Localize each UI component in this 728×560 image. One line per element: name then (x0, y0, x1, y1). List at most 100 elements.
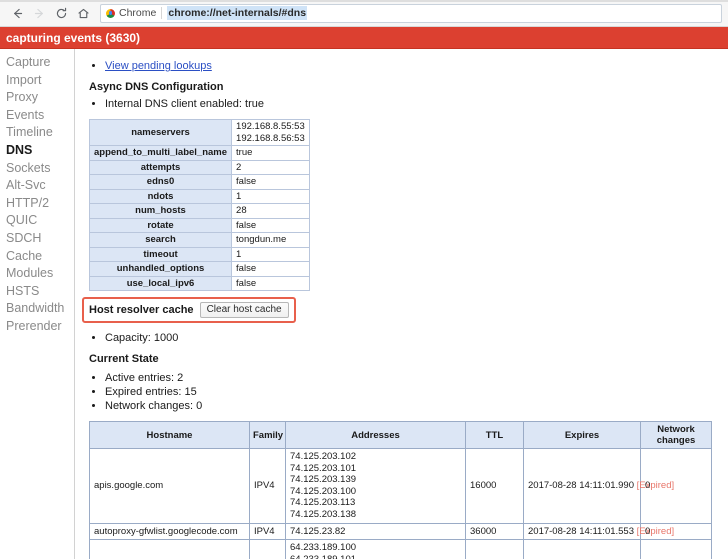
table-row: apis.google.com IPV4 74.125.203.102 74.1… (89, 448, 712, 524)
clear-host-cache-button[interactable]: Clear host cache (199, 302, 289, 318)
sidebar-item-events[interactable]: Events (0, 107, 74, 125)
sidebar-item-alt-svc[interactable]: Alt-Svc (0, 177, 74, 195)
list-item: View pending lookups (105, 59, 728, 73)
current-state-list: Active entries: 2 Expired entries: 15 Ne… (75, 371, 728, 413)
config-value: true (231, 145, 310, 161)
list-item: Active entries: 2 (105, 371, 728, 385)
sidebar-item-sockets[interactable]: Sockets (0, 160, 74, 178)
chrome-logo-icon (106, 8, 115, 18)
column-header-ttl: TTL (465, 421, 524, 449)
list-item: Expired entries: 15 (105, 385, 728, 399)
address-bar[interactable]: Chrome chrome://net-internals/#dns (100, 3, 722, 23)
browser-toolbar: Chrome chrome://net-internals/#dns (0, 0, 728, 27)
config-key: timeout (88, 246, 233, 262)
cell-hostname: clients4.google.com (89, 539, 250, 559)
async-dns-configuration-heading: Async DNS Configuration (89, 81, 224, 93)
cell-family: IPV4 (249, 448, 286, 524)
config-value: false (231, 275, 310, 291)
back-icon[interactable] (6, 2, 28, 24)
sidebar-item-import[interactable]: Import (0, 72, 74, 90)
omnibox-chrome-chip: Chrome (106, 7, 163, 19)
sidebar-item-dns[interactable]: DNS (0, 142, 74, 160)
sidebar-item-timeline[interactable]: Timeline (0, 124, 74, 142)
cell-expires: 2017-08-28 14:11:01.990 [Expired] (523, 448, 674, 524)
host-resolver-cache-highlight: Host resolver cache Clear host cache (82, 297, 296, 323)
config-value: tongdun.me (231, 232, 310, 248)
config-key: edns0 (88, 174, 233, 190)
config-value: 28 (231, 203, 310, 219)
internal-dns-client-list: Internal DNS client enabled: true (75, 97, 728, 111)
sidebar-item-bandwidth[interactable]: Bandwidth (0, 300, 74, 318)
omnibox-scheme-label: Chrome (119, 7, 157, 19)
forward-icon[interactable] (28, 2, 50, 24)
column-header-hostname: Hostname (89, 421, 250, 449)
config-value: 2 (231, 159, 310, 175)
table-row: edns0 false (88, 174, 310, 190)
dns-content-pane: View pending lookups Async DNS Configura… (75, 49, 728, 559)
table-header-row: Hostname Family Addresses TTL Expires Ne… (89, 421, 712, 449)
table-row: rotate false (88, 217, 310, 233)
sidebar: Capture Import Proxy Events Timeline DNS… (0, 49, 75, 559)
async-dns-config-table: nameservers 192.168.8.55:53 192.168.8.56… (88, 119, 310, 291)
column-header-family: Family (249, 421, 286, 449)
reload-icon[interactable] (50, 2, 72, 24)
cell-expires: 2017-08-28 14:11:01.553 [Expired] (523, 522, 674, 541)
config-key: ndots (88, 188, 233, 204)
omnibox-url-text[interactable]: chrome://net-internals/#dns (167, 6, 308, 20)
host-resolver-cache-title: Host resolver cache (89, 304, 194, 316)
config-key: num_hosts (88, 203, 233, 219)
config-value: false (231, 261, 310, 277)
config-key: unhandled_options (88, 261, 233, 277)
sidebar-item-hsts[interactable]: HSTS (0, 283, 74, 301)
current-state-heading: Current State (89, 353, 159, 365)
sidebar-item-prerender[interactable]: Prerender (0, 318, 74, 336)
cell-addresses: 64.233.189.100 64.233.189.101 64.233.189… (285, 539, 466, 559)
table-row: clients4.google.com IPV4 64.233.189.100 … (89, 539, 712, 559)
cell-hostname: autoproxy-gfwlist.googlecode.com (89, 522, 250, 541)
table-row: num_hosts 28 (88, 203, 310, 219)
cell-ttl: 16000 (465, 448, 524, 524)
config-value: 1 (231, 246, 310, 262)
cell-expires: 2017-08-28 14:12:25.219 [Expired] (523, 539, 641, 559)
table-row: search tongdun.me (88, 232, 310, 248)
config-value: 192.168.8.55:53 192.168.8.56:53 (231, 119, 310, 146)
config-key: use_local_ipv6 (88, 275, 233, 291)
sidebar-item-cache[interactable]: Cache (0, 248, 74, 266)
sidebar-item-quic[interactable]: QUIC (0, 212, 74, 230)
list-item: Internal DNS client enabled: true (105, 97, 728, 111)
expires-timestamp: 2017-08-28 14:11:01.553 (528, 525, 634, 537)
table-row: nameservers 192.168.8.55:53 192.168.8.56… (88, 119, 310, 146)
expires-timestamp: 2017-08-28 14:11:01.990 (528, 479, 634, 491)
capture-status-bar: capturing events (3630) (0, 27, 728, 49)
sidebar-item-modules[interactable]: Modules (0, 265, 74, 283)
config-key: attempts (88, 159, 233, 175)
cell-family: IPV4 (249, 539, 286, 559)
cell-family: IPV4 (249, 522, 286, 541)
column-header-addresses: Addresses (285, 421, 466, 449)
cell-ttl: 129000 (465, 539, 524, 559)
table-row: use_local_ipv6 false (88, 275, 310, 291)
table-row: append_to_multi_label_name true (88, 145, 310, 161)
expired-badge: [Expired] (636, 525, 675, 537)
config-value: false (231, 174, 310, 190)
cell-network-changes: 0 (640, 539, 712, 559)
config-value: 1 (231, 188, 310, 204)
config-key: append_to_multi_label_name (88, 145, 233, 161)
sidebar-item-capture[interactable]: Capture (0, 54, 74, 72)
home-icon[interactable] (72, 2, 94, 24)
table-row: ndots 1 (88, 188, 310, 204)
host-resolver-cache-table: Hostname Family Addresses TTL Expires Ne… (89, 421, 712, 559)
config-key: nameservers (88, 119, 233, 146)
table-row: unhandled_options false (88, 261, 310, 277)
pending-lookups-list: View pending lookups (75, 59, 728, 73)
sidebar-item-sdch[interactable]: SDCH (0, 230, 74, 248)
cell-addresses: 74.125.203.102 74.125.203.101 74.125.203… (285, 448, 466, 524)
cell-ttl: 36000 (465, 522, 524, 541)
sidebar-item-http2[interactable]: HTTP/2 (0, 195, 74, 213)
tab-strip-edge (0, 0, 728, 2)
sidebar-item-proxy[interactable]: Proxy (0, 89, 74, 107)
view-pending-lookups-link[interactable]: View pending lookups (105, 60, 212, 72)
list-item: Capacity: 1000 (105, 331, 728, 345)
app-body: Capture Import Proxy Events Timeline DNS… (0, 49, 728, 559)
list-item: Network changes: 0 (105, 399, 728, 413)
